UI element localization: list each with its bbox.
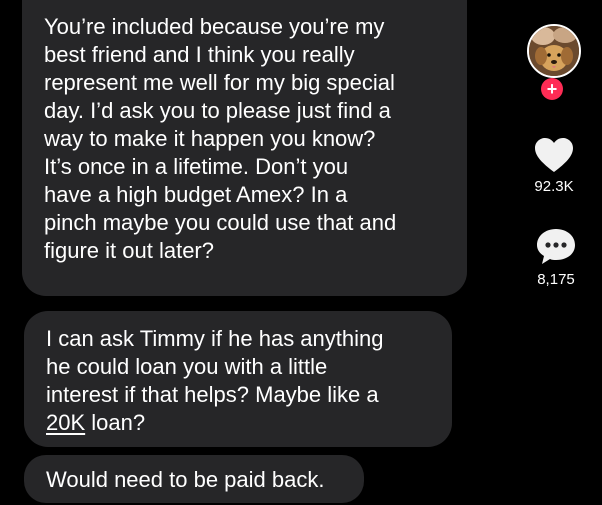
message-bubble-incoming: I can ask Timmy if he has anything he co…: [24, 311, 452, 447]
message-line: day. I’d ask you to please just find a: [44, 98, 391, 123]
message-line: I can ask Timmy if he has anything: [46, 326, 384, 351]
bottom-screenshot-panel: I can ask Timmy if he has anything he co…: [0, 297, 602, 505]
message-line: 20K loan?: [46, 409, 434, 437]
avatar-dog-icon: [529, 26, 579, 76]
message-line: best friend and I think you really: [44, 42, 355, 67]
tiktok-action-sidebar: + 92.3K 8,175: [520, 0, 602, 296]
follow-plus-icon[interactable]: +: [541, 78, 563, 100]
message-line: You’re included because you’re my: [44, 14, 385, 39]
comment-bubble-icon[interactable]: [536, 227, 576, 267]
heart-icon[interactable]: [534, 137, 574, 173]
top-screenshot-panel: You’re included because you’re my best f…: [0, 0, 602, 296]
message-bubble-incoming: Would need to be paid back.: [24, 455, 364, 503]
message-line: figure it out later?: [44, 238, 214, 263]
amount-link[interactable]: 20K: [46, 410, 85, 435]
message-line: pinch maybe you could use that and: [44, 210, 397, 235]
profile-avatar[interactable]: [527, 24, 581, 78]
message-line: interest if that helps? Maybe like a: [46, 382, 379, 407]
message-line: he could loan you with a little: [46, 354, 328, 379]
message-text: loan?: [85, 410, 146, 435]
message-bubble-incoming: You’re included because you’re my best f…: [22, 0, 467, 296]
message-line: It’s once in a lifetime. Don’t you: [44, 154, 349, 179]
comments-count: 8,175: [537, 271, 575, 288]
likes-count: 92.3K: [534, 178, 574, 195]
message-line: have a high budget Amex? In a: [44, 182, 348, 207]
message-line: represent me well for my big special: [44, 70, 395, 95]
message-line: Would need to be paid back.: [46, 467, 325, 492]
message-line: way to make it happen you know?: [44, 126, 376, 151]
